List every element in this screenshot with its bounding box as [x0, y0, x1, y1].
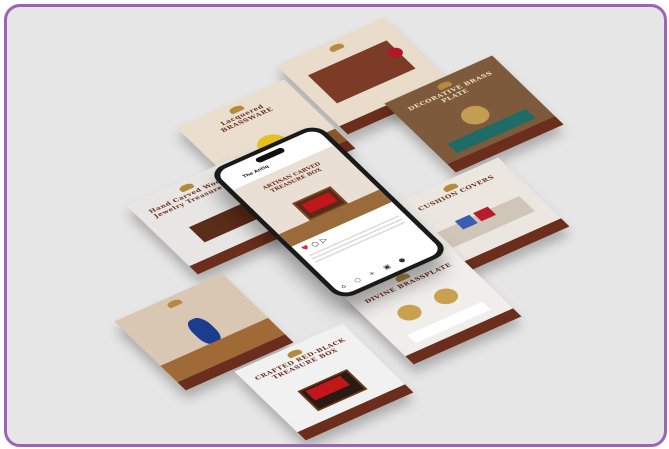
brass-plate-right [429, 285, 463, 308]
brand-logo [327, 42, 346, 53]
brass-plate-left [392, 301, 427, 324]
brand-logo [165, 298, 184, 309]
mockup-frame: DECORATIVE BRASS PLATE Lacquered BRASSWA… [4, 4, 667, 447]
profile-icon: ● [396, 252, 417, 265]
mockup-stage: DECORATIVE BRASS PLATE Lacquered BRASSWA… [7, 7, 664, 444]
phone-screen: The Antiq ARTISAN CARVED TREASURE BOX ♥○… [215, 128, 443, 296]
phone-notch [254, 146, 287, 164]
